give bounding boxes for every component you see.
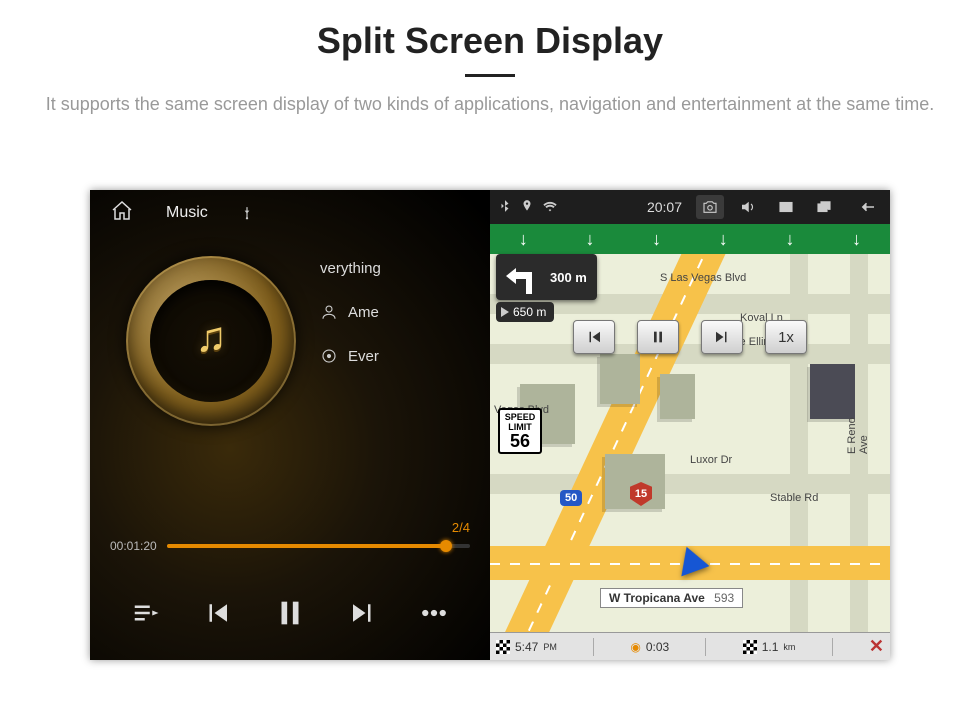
street-label: E Reno Ave <box>846 410 870 454</box>
home-icon[interactable] <box>110 199 134 228</box>
music-controls <box>90 570 490 660</box>
overlay-pause-button[interactable] <box>637 320 679 354</box>
album-row: Ever <box>320 334 470 378</box>
current-street-name: W Tropicana Ave <box>609 591 705 605</box>
trip-time: 0:03 <box>646 640 669 654</box>
screenshot-button[interactable] <box>696 195 724 219</box>
seek-bar-knob[interactable] <box>440 540 452 552</box>
album-name: Ever <box>348 348 379 365</box>
speed-limit-label: SPEED LIMIT <box>505 412 536 432</box>
seek-bar-fill <box>167 544 446 548</box>
system-statusbar: 20:07 <box>490 190 890 224</box>
lane-arrow-icon: ↓ <box>519 229 528 250</box>
recent-apps-button[interactable] <box>810 195 838 219</box>
page-description: It supports the same screen display of t… <box>0 91 980 118</box>
nav-bottom-bar: 5:47 PM ◉ 0:03 1.1 km ✕ <box>490 632 890 660</box>
more-button[interactable] <box>419 598 449 633</box>
next-track-button[interactable] <box>348 598 378 633</box>
album-art-dial: ♫ <box>126 256 296 426</box>
current-street-banner: W Tropicana Ave 593 <box>600 588 743 608</box>
disc-icon <box>320 347 338 365</box>
turn-left-icon <box>502 260 542 294</box>
bottombar-separator <box>832 638 833 656</box>
street-label: Luxor Dr <box>690 454 732 466</box>
seek-bar[interactable] <box>167 544 470 548</box>
track-title-row: verything <box>320 246 470 290</box>
route-marker: 50 <box>560 490 582 506</box>
music-note-icon: ♫ <box>195 313 227 361</box>
wifi-icon <box>542 198 558 217</box>
turn-distance: 300 m <box>550 270 587 285</box>
prev-track-button[interactable] <box>202 598 232 633</box>
person-icon <box>320 303 338 321</box>
remaining-distance: 650 m <box>513 305 546 319</box>
volume-button[interactable] <box>734 195 762 219</box>
lane-arrow-icon: ↓ <box>719 229 728 250</box>
music-app-label: Music <box>166 204 208 222</box>
nav-close-button[interactable]: ✕ <box>869 636 884 657</box>
music-app-panel: Music ♫ verything Ame Ever <box>90 190 490 660</box>
eta-unit: PM <box>543 642 557 652</box>
map-building <box>660 374 695 419</box>
close-app-button[interactable] <box>772 195 800 219</box>
lane-arrow-icon: ↓ <box>652 229 661 250</box>
playlist-button[interactable] <box>131 598 161 633</box>
statusbar-clock: 20:07 <box>647 199 686 215</box>
music-body: ♫ verything Ame Ever <box>90 236 490 520</box>
music-topbar: Music <box>90 190 490 236</box>
artist-name: Ame <box>348 304 379 321</box>
destination-flag-icon <box>496 640 510 654</box>
remaining-distance-tag: 650 m <box>496 302 554 322</box>
playback-speed-value: 1x <box>778 329 794 346</box>
navigation-app-panel: 20:07 ↓ ↓ ↓ ↓ ↓ ↓ <box>490 190 890 660</box>
eta-segment[interactable]: 5:47 PM <box>496 640 557 654</box>
trip-distance-unit: km <box>783 642 795 652</box>
pause-button[interactable] <box>273 596 307 635</box>
artist-row: Ame <box>320 290 470 334</box>
lane-arrow-icon: ↓ <box>852 229 861 250</box>
split-screen-device: Music ♫ verything Ame Ever <box>90 190 890 660</box>
destination-flag-icon <box>743 640 757 654</box>
overlay-speed-button[interactable]: 1x <box>765 320 807 354</box>
overlay-prev-button[interactable] <box>573 320 615 354</box>
trip-distance-segment[interactable]: 1.1 km <box>743 640 796 654</box>
turn-instruction: 300 m <box>496 254 597 300</box>
map-road <box>490 474 890 494</box>
bottombar-separator <box>593 638 594 656</box>
map-building <box>600 354 640 404</box>
bottombar-separator <box>705 638 706 656</box>
track-title: verything <box>320 260 381 277</box>
street-label: S Las Vegas Blvd <box>660 272 746 284</box>
eta-time: 5:47 <box>515 640 538 654</box>
track-index: 2/4 <box>110 520 470 535</box>
trip-distance: 1.1 <box>762 640 779 654</box>
lane-guidance-bar: ↓ ↓ ↓ ↓ ↓ ↓ <box>490 224 890 254</box>
bluetooth-icon <box>498 199 512 216</box>
location-icon <box>520 199 534 216</box>
title-divider <box>465 74 515 77</box>
satellite-icon: ◉ <box>630 640 640 654</box>
trip-time-segment[interactable]: ◉ 0:03 <box>630 640 669 654</box>
speed-limit-value: 56 <box>500 432 540 450</box>
overlay-next-button[interactable] <box>701 320 743 354</box>
page-title: Split Screen Display <box>0 20 980 62</box>
music-source[interactable] <box>240 206 254 220</box>
lane-arrow-icon: ↓ <box>785 229 794 250</box>
lane-arrow-icon: ↓ <box>585 229 594 250</box>
current-street-number: 593 <box>714 591 734 605</box>
elapsed-time: 00:01:20 <box>110 539 157 553</box>
speed-limit-sign: SPEED LIMIT 56 <box>498 408 542 454</box>
nav-media-overlay: 1x <box>573 320 807 354</box>
back-button[interactable] <box>854 195 882 219</box>
street-label: Stable Rd <box>770 492 818 504</box>
